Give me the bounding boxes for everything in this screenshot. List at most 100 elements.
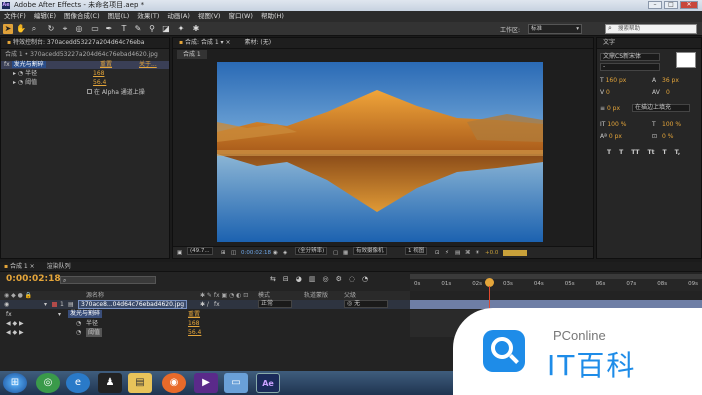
snapshot-icon[interactable]: ◉ — [273, 247, 278, 259]
stopwatch-icon[interactable]: ◔ — [18, 70, 23, 77]
leading-value[interactable]: 36 px — [662, 76, 679, 85]
rotate-tool-icon[interactable]: ↻ — [46, 24, 56, 34]
pixel-aspect-icon[interactable]: ⊡ — [435, 247, 440, 259]
stopwatch-icon[interactable]: ◔ — [76, 328, 81, 337]
superscript-button[interactable]: T — [662, 148, 666, 157]
trkmat-header[interactable]: 轨道蒙版 — [304, 291, 328, 300]
file-explorer-icon[interactable]: ▤ — [128, 373, 152, 393]
mask-tool-icon[interactable]: ▭ — [90, 24, 100, 34]
timeline-icon[interactable]: ▤ — [455, 247, 460, 259]
kerning-value[interactable]: 0 — [606, 89, 610, 96]
work-area-bar[interactable] — [410, 274, 702, 279]
alpha-checkbox-row[interactable]: 在 Alpha 通道上操 — [87, 89, 145, 97]
minimize-button[interactable]: – — [648, 1, 662, 9]
media-player-icon[interactable]: ▶ — [194, 373, 218, 393]
after-effects-taskbar-icon[interactable]: Ae — [256, 373, 280, 393]
effect-controls-tab[interactable]: ▪ 特效控制台: 370acedd53227a204d64c76eba — [1, 38, 169, 49]
maximize-button[interactable]: □ — [664, 1, 678, 9]
all-caps-button[interactable]: TT — [631, 148, 639, 157]
comp-sub-tab[interactable]: 合成 1 — [177, 50, 207, 59]
draft-3d-icon[interactable]: ⊟ — [283, 275, 289, 283]
browser-icon[interactable]: e — [66, 373, 90, 393]
stopwatch-icon[interactable]: ◔ — [18, 79, 23, 86]
workspace-select[interactable]: 标准 ▾ — [528, 24, 582, 34]
active-camera-select[interactable]: 有效摄像机 — [353, 247, 387, 255]
transparency-grid-icon[interactable]: ▦ — [343, 247, 348, 259]
timeline-effect-reset[interactable]: 重置 — [188, 310, 200, 319]
menu-animation[interactable]: 动画(A) — [167, 11, 190, 22]
views-select[interactable]: 1 视图 — [405, 247, 428, 255]
expand-arrow-icon[interactable]: ▾ — [58, 310, 61, 319]
stopwatch-icon[interactable]: ◔ — [362, 275, 368, 283]
character-tab[interactable]: 文字 — [597, 38, 701, 49]
always-preview-icon[interactable]: ▣ — [177, 247, 182, 259]
penguin-app-icon[interactable]: ♟ — [98, 373, 122, 393]
exposure-value[interactable]: +0.0 — [485, 247, 498, 259]
timeline-effect-name[interactable]: 发光与割碎 — [68, 310, 103, 318]
time-ruler[interactable]: 0s 01s 02s 03s 04s 05s 06s 07s 08s 09s — [410, 274, 702, 291]
mask-visibility-icon[interactable]: ◫ — [231, 247, 236, 259]
shy-icon[interactable]: ◕ — [296, 275, 302, 283]
subscript-button[interactable]: T, — [675, 148, 681, 157]
effect-reset-link[interactable]: 重置 — [100, 61, 112, 69]
close-button[interactable]: ✕ — [680, 1, 698, 9]
menu-layer[interactable]: 图层(L) — [108, 11, 130, 22]
menu-effect[interactable]: 效果(T) — [137, 11, 159, 22]
font-style-select[interactable]: - — [600, 63, 660, 71]
comp-tab[interactable]: ▪ 合成: 合成 1 ▾ × — [179, 38, 231, 48]
exposure-icon[interactable]: ☀ — [475, 247, 480, 259]
effect-header-row[interactable]: fx 发光与割碎 重置 关于... — [1, 61, 169, 69]
fx-toggle[interactable]: fx — [4, 61, 10, 68]
visibility-eye-icon[interactable]: ◉ — [4, 300, 9, 309]
channel-icon[interactable]: ◈ — [283, 247, 287, 259]
tsume-value[interactable]: 0 % — [662, 132, 673, 141]
start-button[interactable]: ⊞ — [3, 373, 27, 393]
faux-italic-button[interactable]: T — [619, 148, 623, 157]
hand-tool-icon[interactable]: ✋ — [16, 24, 26, 34]
brush-tool-icon[interactable]: ✎ — [133, 24, 143, 34]
pan-behind-tool-icon[interactable]: ◎ — [74, 24, 84, 34]
keyframe-nav-icon[interactable]: ◀ ◆ ▶ — [6, 328, 24, 337]
timeline-radius-value[interactable]: 168 — [188, 319, 199, 328]
stroke-width-value[interactable]: 0 px — [607, 105, 620, 112]
font-size-value[interactable]: 160 px — [606, 77, 627, 84]
timeline-search-input[interactable]: ⌕ — [60, 276, 156, 284]
horizontal-scale-value[interactable]: 100 % — [662, 120, 681, 129]
menu-file[interactable]: 文件(F) — [4, 11, 26, 22]
layer-name[interactable]: 370ace8...04d64c76ebad4620.jpg — [78, 300, 188, 309]
motion-blur-icon[interactable]: ◎ — [322, 275, 328, 283]
faux-bold-button[interactable]: T — [607, 148, 611, 157]
resolution-select[interactable]: (全分辨率) — [295, 247, 328, 255]
puppet-tool-icon[interactable]: ✱ — [191, 24, 201, 34]
pen-tool-icon[interactable]: ✒ — [104, 24, 114, 34]
window-app-icon[interactable]: ▭ — [224, 373, 248, 393]
timeline-comp-tab[interactable]: ▪ 合成 1 × — [4, 262, 35, 271]
fx-switch[interactable]: fx — [214, 300, 220, 309]
flowchart-icon[interactable]: ⌘ — [465, 247, 471, 259]
brainstorm-icon[interactable]: ⚙ — [336, 275, 342, 283]
fill-color-swatch[interactable] — [676, 52, 696, 68]
text-tool-icon[interactable]: T — [119, 24, 129, 34]
menu-view[interactable]: 视图(V) — [198, 11, 221, 22]
roi-icon[interactable]: ▢ — [333, 247, 338, 259]
expand-arrow-icon[interactable]: ▾ — [44, 300, 47, 309]
clone-stamp-tool-icon[interactable]: ⚲ — [147, 24, 157, 34]
timeline-timecode[interactable]: 0:00:02:18 — [6, 274, 61, 284]
effect-about-link[interactable]: 关于... — [139, 61, 157, 69]
font-family-select[interactable]: 文鼎CS新宋体 — [600, 53, 660, 61]
tracking-value[interactable]: 0 — [666, 88, 670, 97]
comp-timecode[interactable]: 0:00:02:18 — [241, 247, 271, 259]
radius-value[interactable]: 168 — [93, 70, 104, 78]
timeline-threshold-value[interactable]: 56.4 — [188, 328, 201, 337]
menu-help[interactable]: 帮助(H) — [261, 11, 284, 22]
frame-blending-icon[interactable]: ▥ — [309, 275, 316, 283]
zoom-tool-icon[interactable]: ⌕ — [29, 24, 39, 34]
vertical-scale-value[interactable]: 100 % — [607, 121, 626, 128]
eraser-tool-icon[interactable]: ◪ — [161, 24, 171, 34]
graph-editor-icon[interactable]: ◌ — [349, 275, 355, 283]
help-search-input[interactable]: ⌕ 搜索帮助 — [605, 24, 697, 34]
small-caps-button[interactable]: Tt — [648, 148, 655, 157]
render-queue-tab[interactable]: 渲染队列 — [47, 262, 71, 271]
fast-preview-icon[interactable]: ⚡ — [445, 247, 449, 259]
roto-brush-tool-icon[interactable]: ✦ — [176, 24, 186, 34]
